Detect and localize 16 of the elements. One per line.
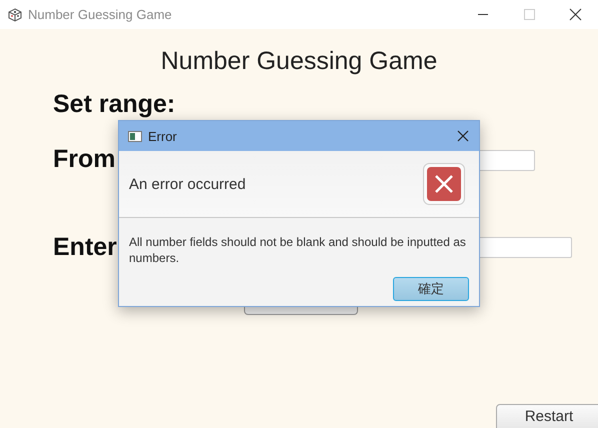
restart-button[interactable]: Restart xyxy=(496,404,598,428)
range-label: Set range: xyxy=(53,90,176,118)
error-icon xyxy=(423,163,465,205)
dialog-header: An error occurred xyxy=(129,176,246,192)
dialog-title: Error xyxy=(148,128,177,144)
from-label: From xyxy=(53,144,116,174)
guess-field[interactable] xyxy=(479,236,572,258)
guess-label: Enter xyxy=(53,232,117,262)
from-field[interactable] xyxy=(479,150,535,171)
window-icon xyxy=(128,130,142,142)
close-icon[interactable] xyxy=(457,130,469,142)
error-message: All number fields should not be blank and should be inputted as numbers. xyxy=(129,234,467,266)
ok-button[interactable]: 確定 xyxy=(393,277,469,301)
window-title: Number Guessing Game xyxy=(28,7,172,22)
game-title: Number Guessing Game xyxy=(160,46,438,76)
dice-icon xyxy=(8,8,22,22)
